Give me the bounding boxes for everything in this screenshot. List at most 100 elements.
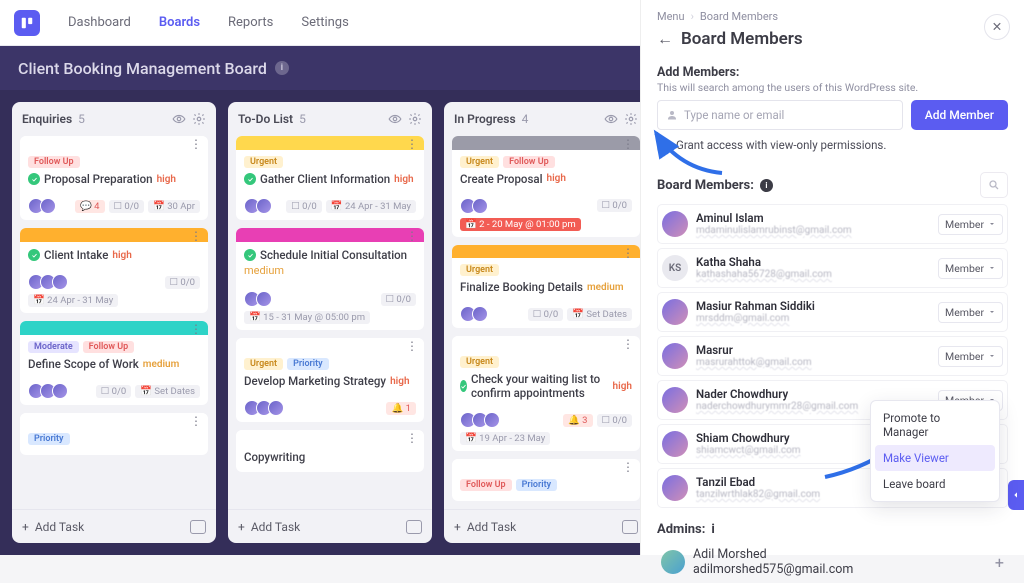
card-menu-icon[interactable]: ⋮ bbox=[190, 322, 202, 336]
date-chip: 📅 30 Apr bbox=[148, 200, 200, 213]
card-menu-icon[interactable]: ⋮ bbox=[622, 337, 634, 351]
card-menu-icon[interactable]: ⋮ bbox=[406, 137, 418, 151]
chevron-right-icon: › bbox=[691, 10, 694, 23]
task-card[interactable]: ⋮ UrgentFollow Up Create Proposal high ☐… bbox=[452, 136, 640, 237]
search-members-button[interactable] bbox=[980, 172, 1008, 198]
eye-icon[interactable] bbox=[604, 112, 618, 126]
info-icon[interactable]: i bbox=[711, 522, 714, 537]
card-menu-icon[interactable]: ⋮ bbox=[406, 431, 418, 445]
task-card[interactable]: ⋮ Follow Up Proposal Preparation high 💬 … bbox=[20, 136, 208, 220]
template-icon[interactable] bbox=[190, 520, 206, 534]
add-admin-button[interactable]: + bbox=[995, 553, 1004, 572]
view-only-checkbox[interactable] bbox=[657, 139, 670, 152]
nav-reports[interactable]: Reports bbox=[228, 15, 273, 30]
promote-to-manager-option[interactable]: Promote to Manager bbox=[875, 405, 995, 445]
avatar bbox=[40, 198, 56, 214]
member-email: kathashaha56728@gmail.com bbox=[696, 269, 832, 280]
add-member-button[interactable]: Add Member bbox=[911, 100, 1008, 130]
add-task-button[interactable]: Add Task bbox=[35, 520, 84, 534]
tag: Follow Up bbox=[460, 479, 512, 491]
eye-icon[interactable] bbox=[172, 112, 186, 126]
chevron-down-icon bbox=[988, 352, 996, 360]
subtask-chip: ☐ 0/0 bbox=[597, 414, 632, 427]
gear-icon[interactable] bbox=[624, 112, 638, 126]
check-icon bbox=[244, 173, 256, 185]
add-task-button[interactable]: Add Task bbox=[467, 520, 516, 534]
member-email: naderchowdhurymmr28@gmail.com bbox=[696, 401, 858, 412]
template-icon[interactable] bbox=[622, 520, 638, 534]
card-menu-icon[interactable]: ⋮ bbox=[190, 229, 202, 243]
info-icon[interactable]: i bbox=[275, 61, 289, 75]
role-selector[interactable]: Member bbox=[938, 214, 1003, 235]
task-card[interactable]: ⋮ Urgent Gather Client Information high … bbox=[236, 136, 424, 220]
task-card[interactable]: ⋮ Client Intake high ☐ 0/0 📅 24 Apr - 31… bbox=[20, 228, 208, 313]
make-viewer-option[interactable]: Make Viewer bbox=[875, 445, 995, 471]
task-card[interactable]: ⋮ Schedule Initial Consultationmedium ☐ … bbox=[236, 228, 424, 330]
template-icon[interactable] bbox=[406, 520, 422, 534]
add-task-button[interactable]: Add Task bbox=[251, 520, 300, 534]
member-name: Aminul Islam bbox=[696, 212, 852, 225]
member-email: mrsddm@gmail.com bbox=[696, 313, 815, 324]
avatar bbox=[661, 550, 685, 574]
card-menu-icon[interactable]: ⋮ bbox=[622, 137, 634, 151]
breadcrumb: Menu › Board Members bbox=[641, 0, 1024, 25]
date-chip: 📅 Set Dates bbox=[567, 308, 632, 321]
board-column: In Progress 4 ⋮ UrgentFollow Up Create P… bbox=[444, 102, 648, 543]
priority-label: medium bbox=[143, 359, 180, 370]
admins-heading: Admins: bbox=[657, 522, 705, 537]
board-title: Client Booking Management Board bbox=[18, 59, 267, 78]
task-card[interactable]: ⋮ Priority bbox=[20, 413, 208, 455]
priority-label: medium bbox=[244, 264, 284, 277]
gear-icon[interactable] bbox=[192, 112, 206, 126]
crumb-menu[interactable]: Menu bbox=[657, 10, 685, 23]
member-row: Aminul Islam mdaminulislamrubinst@gmail.… bbox=[657, 204, 1008, 244]
search-placeholder: Type name or email bbox=[684, 108, 784, 122]
search-icon bbox=[988, 179, 1000, 191]
card-menu-icon[interactable]: ⋮ bbox=[622, 246, 634, 260]
subtask-chip: ☐ 0/0 bbox=[165, 276, 200, 289]
card-menu-icon[interactable]: ⋮ bbox=[190, 137, 202, 151]
back-arrow-icon[interactable]: ← bbox=[657, 29, 673, 49]
nav-dashboard[interactable]: Dashboard bbox=[68, 15, 131, 30]
task-card[interactable]: ⋮ ModerateFollow Up Define Scope of Work… bbox=[20, 321, 208, 405]
task-card[interactable]: ⋮ Urgent Check your waiting list to conf… bbox=[452, 336, 640, 451]
task-card[interactable]: ⋮ Follow Up Priority bbox=[452, 459, 640, 501]
nav-settings[interactable]: Settings bbox=[301, 15, 348, 30]
task-card[interactable]: ⋮ Copywriting bbox=[236, 430, 424, 472]
member-email: mdaminulislamrubinst@gmail.com bbox=[696, 225, 852, 236]
add-members-sub: This will search among the users of this… bbox=[657, 81, 1008, 94]
add-members-label: Add Members: bbox=[657, 65, 1008, 80]
task-card[interactable]: ⋮ UrgentPriority Develop Marketing Strat… bbox=[236, 338, 424, 422]
card-menu-icon[interactable]: ⋮ bbox=[406, 339, 418, 353]
card-menu-icon[interactable]: ⋮ bbox=[406, 229, 418, 243]
panel-collapse-tab[interactable] bbox=[1008, 480, 1024, 510]
info-icon[interactable]: i bbox=[760, 179, 773, 192]
card-title: Develop Marketing Strategy bbox=[244, 374, 386, 388]
task-card[interactable]: ⋮ Urgent Finalize Booking Details medium… bbox=[452, 245, 640, 329]
check-icon bbox=[460, 380, 467, 392]
avatar: KS bbox=[662, 255, 688, 281]
leave-board-option[interactable]: Leave board bbox=[875, 471, 995, 497]
card-menu-icon[interactable]: ⋮ bbox=[190, 414, 202, 428]
tag: Priority bbox=[516, 479, 558, 491]
role-dropdown: Promote to Manager Make Viewer Leave boa… bbox=[870, 400, 1000, 502]
priority-label: high bbox=[613, 381, 632, 392]
app-logo[interactable] bbox=[14, 10, 40, 36]
gear-icon[interactable] bbox=[408, 112, 422, 126]
card-menu-icon[interactable]: ⋮ bbox=[622, 460, 634, 474]
card-title: Copywriting bbox=[244, 450, 305, 464]
chevron-down-icon bbox=[988, 264, 996, 272]
avatar bbox=[52, 383, 68, 399]
card-title: Finalize Booking Details bbox=[460, 280, 583, 294]
close-button[interactable]: ✕ bbox=[984, 14, 1010, 40]
member-name: Katha Shaha bbox=[696, 256, 832, 269]
card-title: Client Intake bbox=[44, 248, 108, 262]
role-selector[interactable]: Member bbox=[938, 258, 1003, 279]
role-selector[interactable]: Member bbox=[938, 302, 1003, 323]
nav-boards[interactable]: Boards bbox=[159, 15, 200, 30]
member-search-input[interactable]: Type name or email bbox=[657, 100, 903, 130]
role-selector[interactable]: Member bbox=[938, 346, 1003, 367]
member-row: Masrur masrurahttok@gmail.com Member bbox=[657, 336, 1008, 376]
eye-icon[interactable] bbox=[388, 112, 402, 126]
member-email: tanzilwrthlak82@gmail.com bbox=[696, 489, 820, 500]
